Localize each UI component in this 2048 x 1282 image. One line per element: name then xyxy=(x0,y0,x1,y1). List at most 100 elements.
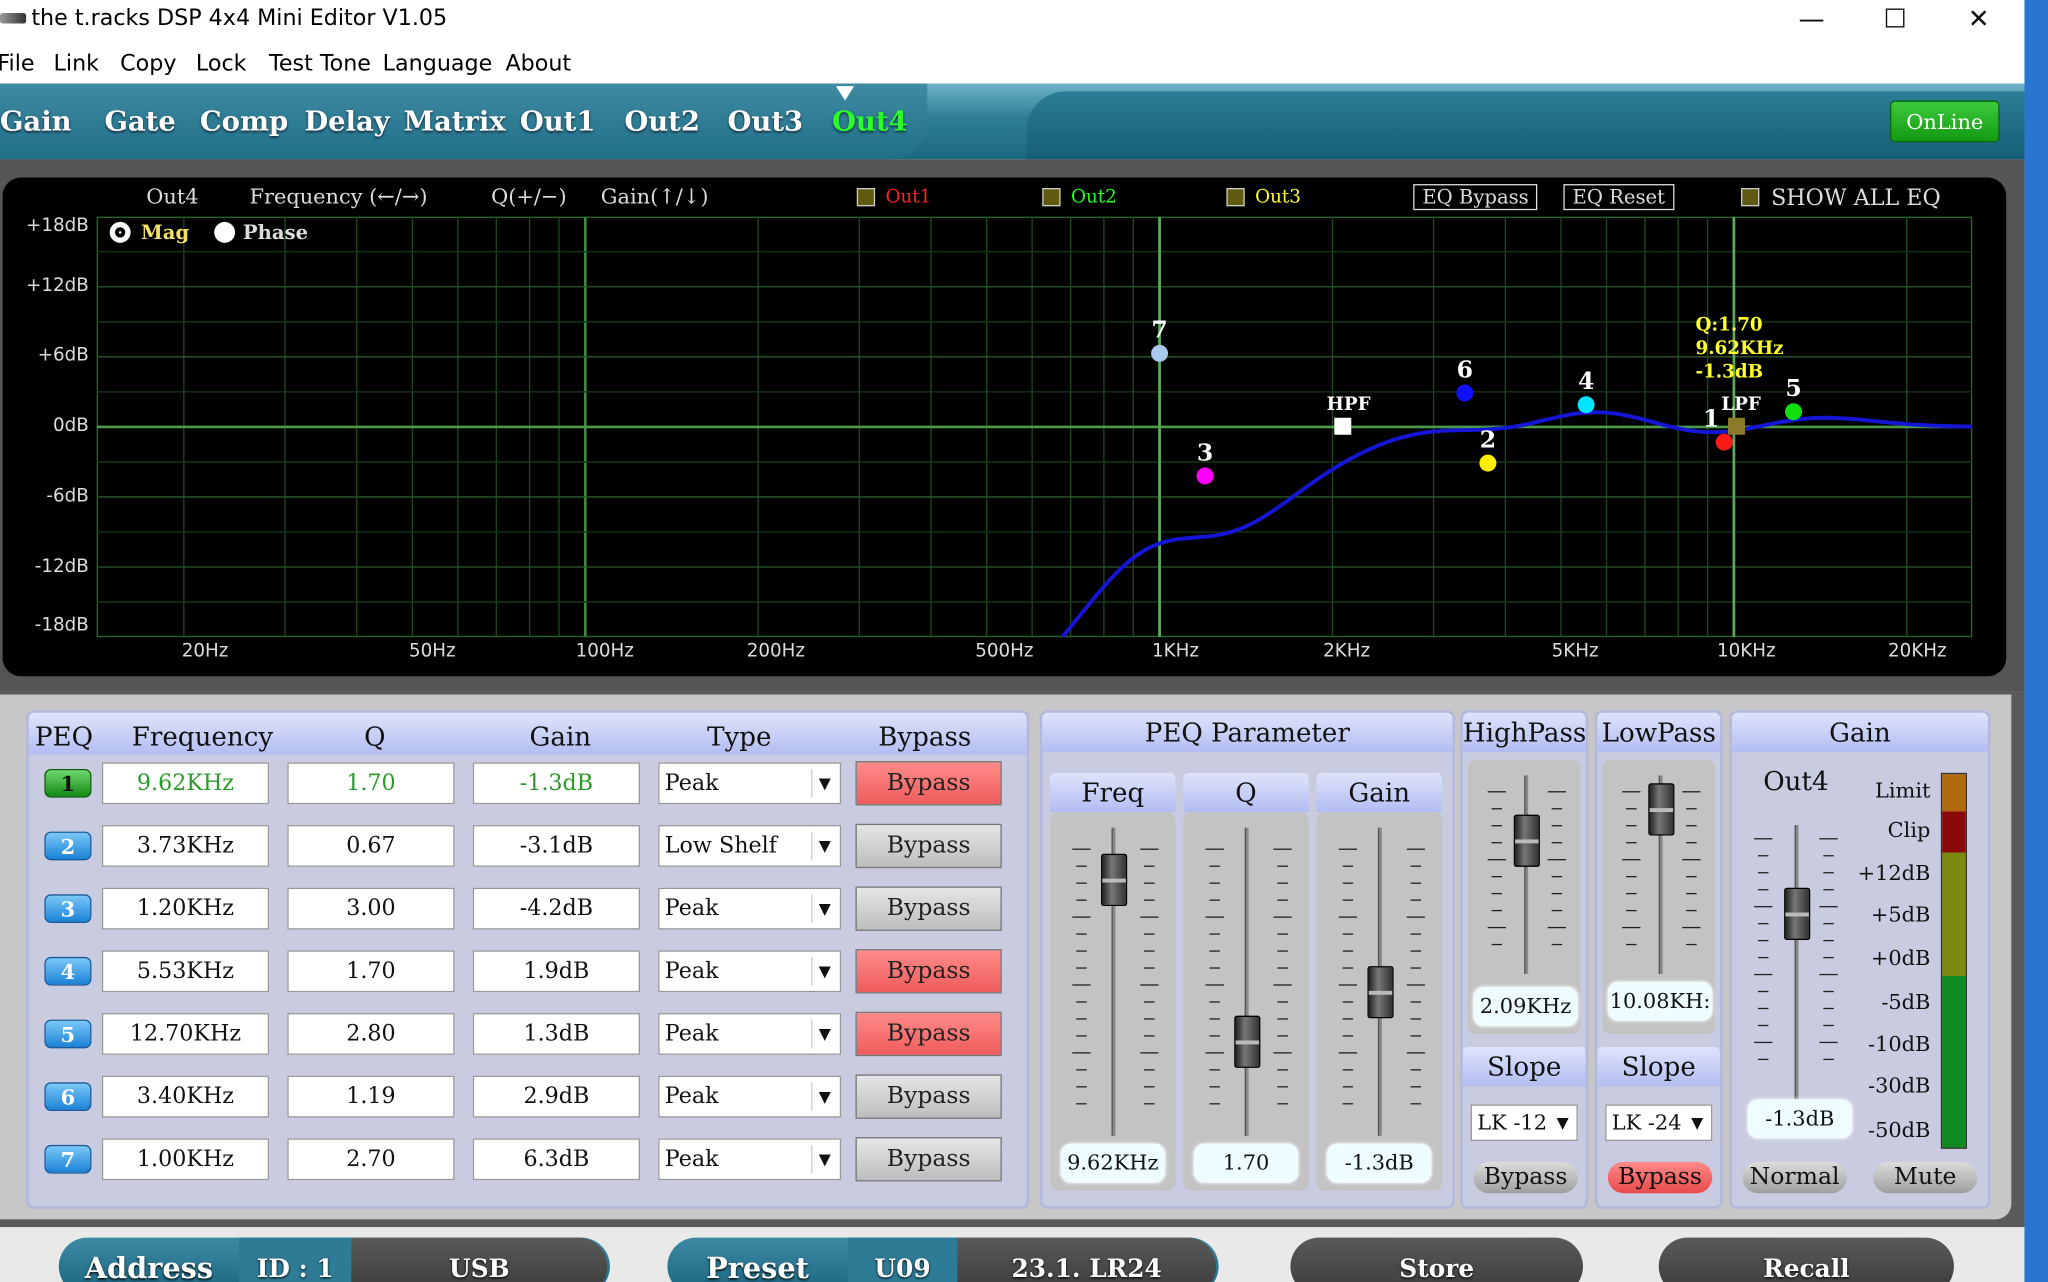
mag-radio[interactable] xyxy=(109,221,131,243)
overlay-out2-checkbox[interactable] xyxy=(1042,187,1061,207)
band-q-input[interactable]: 1.70 xyxy=(287,762,455,805)
overlay-out1-checkbox[interactable] xyxy=(856,187,876,207)
band-number-button[interactable]: 3 xyxy=(44,894,92,923)
band-type-select[interactable]: Peak ▼ xyxy=(658,887,842,930)
fader-tick xyxy=(1072,916,1091,918)
phase-radio[interactable] xyxy=(214,221,236,243)
q-value[interactable]: 1.70 xyxy=(1193,1143,1299,1183)
highpass-fader-knob[interactable] xyxy=(1513,814,1540,867)
freq-value[interactable]: 9.62KHz xyxy=(1060,1143,1166,1183)
band-frequency-input[interactable]: 3.73KHz xyxy=(101,825,270,867)
band-q-input[interactable]: 2.70 xyxy=(287,1138,455,1181)
menu-copy[interactable]: Copy xyxy=(120,51,176,77)
tab-comp[interactable]: Comp xyxy=(200,104,288,137)
lowpass-bypass-button[interactable]: Bypass xyxy=(1607,1161,1713,1194)
fader-tick xyxy=(1072,1052,1091,1054)
eq-response-plot[interactable]: 2 3 4 5 6 7 1 HPF LPF Q:1.709.62KHz -1.3dB xyxy=(96,216,1973,638)
fader-tick xyxy=(1819,838,1838,840)
band-q-input[interactable]: 3.00 xyxy=(287,887,455,930)
band-gain-input[interactable]: 6.3dB xyxy=(472,1138,640,1181)
tab-out4[interactable]: Out4 xyxy=(832,104,908,137)
band-frequency-input[interactable]: 1.00KHz xyxy=(101,1138,270,1181)
band-type-select[interactable]: Peak ▼ xyxy=(658,950,842,993)
tab-out2[interactable]: Out2 xyxy=(624,104,700,137)
tab-gate[interactable]: Gate xyxy=(104,104,175,137)
band-type-select[interactable]: Peak ▼ xyxy=(658,1075,842,1118)
band-frequency-input[interactable]: 9.62KHz xyxy=(101,762,270,805)
band-number-button[interactable]: 2 xyxy=(44,831,92,861)
eq-reset-button[interactable]: EQ Reset xyxy=(1563,184,1675,211)
highpass-value[interactable]: 2.09KHz xyxy=(1473,986,1578,1027)
band-bypass-button[interactable]: Bypass xyxy=(855,1074,1002,1119)
highpass-slope-select[interactable]: LK -12 ▼ xyxy=(1470,1104,1578,1142)
menu-about[interactable]: About xyxy=(505,51,571,77)
overlay-out3-checkbox[interactable] xyxy=(1226,187,1245,207)
fader-tick xyxy=(1823,1024,1834,1027)
menu-link[interactable]: Link xyxy=(54,51,99,77)
highpass-title: HighPass xyxy=(1462,712,1586,752)
q-fader-knob[interactable] xyxy=(1234,1015,1261,1068)
band-frequency-input[interactable]: 12.70KHz xyxy=(101,1013,270,1055)
band-number-button[interactable]: 7 xyxy=(44,1144,92,1174)
band-q-input[interactable]: 0.67 xyxy=(287,825,455,867)
tab-out3[interactable]: Out3 xyxy=(727,104,803,137)
menu-file[interactable]: File xyxy=(0,51,35,77)
lowpass-fader-knob[interactable] xyxy=(1648,783,1675,836)
highpass-bypass-button[interactable]: Bypass xyxy=(1473,1161,1578,1194)
lowpass-slope-select[interactable]: LK -24 ▼ xyxy=(1605,1104,1713,1142)
band-bypass-button[interactable]: Bypass xyxy=(855,823,1002,869)
online-status-button[interactable]: OnLine xyxy=(1889,100,2000,143)
mute-button[interactable]: Mute xyxy=(1872,1161,1978,1194)
band-frequency-input[interactable]: 3.40KHz xyxy=(101,1075,270,1118)
gain-fader-knob[interactable] xyxy=(1367,966,1394,1019)
band-bypass-button[interactable]: Bypass xyxy=(855,949,1002,994)
band-q-input[interactable]: 2.80 xyxy=(287,1013,455,1055)
tab-delay[interactable]: Delay xyxy=(304,104,389,137)
band-type-select[interactable]: Peak ▼ xyxy=(658,762,842,805)
band-number-button[interactable]: 6 xyxy=(44,1082,92,1111)
band-bypass-button[interactable]: Bypass xyxy=(855,761,1002,806)
band-number-button[interactable]: 4 xyxy=(44,956,92,986)
eq-bypass-button[interactable]: EQ Bypass xyxy=(1413,184,1538,211)
master-gain-value[interactable]: -1.3dB xyxy=(1747,1099,1853,1139)
usb-connection[interactable]: USB xyxy=(351,1237,608,1282)
tab-matrix[interactable]: Matrix xyxy=(404,104,506,137)
menu-lock[interactable]: Lock xyxy=(196,51,247,77)
band-gain-input[interactable]: 1.9dB xyxy=(472,950,640,993)
band-gain-input[interactable]: -1.3dB xyxy=(472,762,640,805)
band-gain-input[interactable]: 1.3dB xyxy=(472,1013,640,1055)
band-gain-input[interactable]: -4.2dB xyxy=(472,887,640,930)
maximize-button[interactable]: ☐ xyxy=(1865,0,1925,39)
fader-tick xyxy=(1273,848,1292,850)
band-frequency-input[interactable]: 5.53KHz xyxy=(101,950,270,993)
gain-value[interactable]: -1.3dB xyxy=(1326,1143,1432,1183)
band-number-button[interactable]: 5 xyxy=(44,1019,92,1049)
band-type-select[interactable]: Low Shelf ▼ xyxy=(658,825,842,867)
preset-name[interactable]: 23.1. LR24 xyxy=(957,1237,1216,1282)
band-frequency-input[interactable]: 1.20KHz xyxy=(101,887,270,930)
band-q-input[interactable]: 1.70 xyxy=(287,950,455,993)
freq-fader-knob[interactable] xyxy=(1101,853,1128,907)
band-gain-input[interactable]: 2.9dB xyxy=(472,1075,640,1118)
show-all-eq-checkbox[interactable] xyxy=(1741,187,1760,207)
lowpass-value[interactable]: 10.08KH: xyxy=(1607,981,1713,1021)
close-button[interactable]: ✕ xyxy=(1949,0,2009,39)
band-type-select[interactable]: Peak ▼ xyxy=(658,1013,842,1055)
master-gain-knob[interactable] xyxy=(1784,887,1811,940)
band-q-input[interactable]: 1.19 xyxy=(287,1075,455,1118)
fader-tick xyxy=(1144,933,1155,935)
menu-test-tone[interactable]: Test Tone xyxy=(269,51,371,77)
menu-language[interactable]: Language xyxy=(383,51,493,77)
tab-out1[interactable]: Out1 xyxy=(520,104,596,137)
normal-button[interactable]: Normal xyxy=(1742,1161,1847,1194)
tab-gain[interactable]: Gain xyxy=(0,104,72,137)
band-type-select[interactable]: Peak ▼ xyxy=(658,1138,842,1181)
recall-button[interactable]: Recall xyxy=(1658,1237,1954,1282)
band-bypass-button[interactable]: Bypass xyxy=(855,1137,1002,1182)
band-number-button[interactable]: 1 xyxy=(44,768,92,798)
minimize-button[interactable]: — xyxy=(1782,0,1842,39)
band-bypass-button[interactable]: Bypass xyxy=(855,886,1002,931)
band-bypass-button[interactable]: Bypass xyxy=(855,1011,1002,1057)
band-gain-input[interactable]: -3.1dB xyxy=(472,825,640,867)
store-button[interactable]: Store xyxy=(1290,1237,1583,1282)
